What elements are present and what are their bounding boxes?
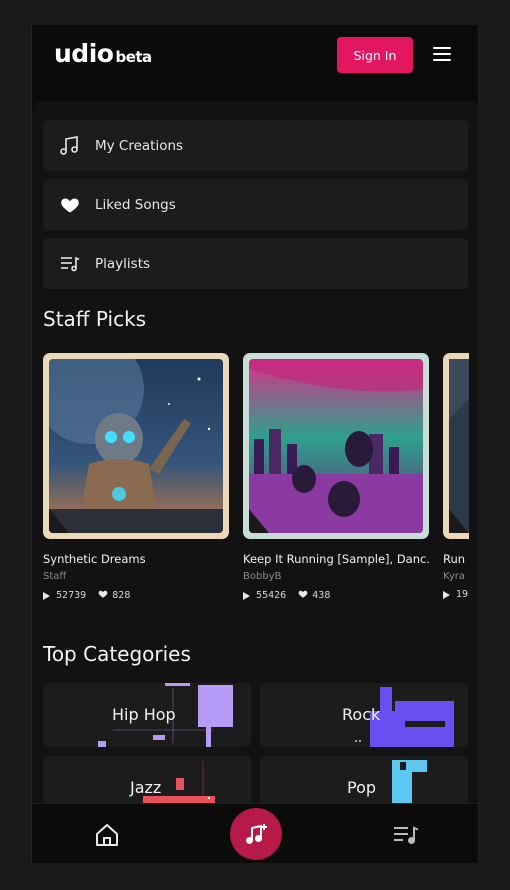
song-stats: 52739 828 xyxy=(43,589,229,602)
category-rock[interactable]: Rock xyxy=(260,683,468,747)
like-count: 828 xyxy=(112,590,131,601)
logo-text: udio xyxy=(54,39,114,68)
nav-item-label: Liked Songs xyxy=(95,196,176,213)
song-title[interactable]: Synthetic Dreams xyxy=(43,552,229,566)
bottom-navigation xyxy=(32,803,478,863)
top-categories-title: Top Categories xyxy=(43,642,191,666)
artist-name[interactable]: Staff xyxy=(43,571,229,582)
top-header: udio beta Sign In xyxy=(32,25,478,101)
play-count: 55426 xyxy=(256,590,287,601)
staff-pick-card[interactable]: Keep It Running [Sample], Danc... BobbyB… xyxy=(243,353,429,602)
main-content: My Creations Liked Songs Playlists Staff… xyxy=(32,101,478,803)
staff-pick-card[interactable]: Run Kyra 19 xyxy=(443,353,469,600)
play-icon xyxy=(443,590,450,599)
nav-item-playlists[interactable]: Playlists xyxy=(43,238,468,289)
logo-beta-text: beta xyxy=(115,48,152,66)
sign-in-button[interactable]: Sign In xyxy=(337,37,413,73)
create-song-button[interactable] xyxy=(230,808,282,860)
heart-icon xyxy=(98,589,108,602)
home-icon[interactable] xyxy=(94,822,120,848)
category-label: Hip Hop xyxy=(112,705,176,724)
udio-logo[interactable]: udio beta xyxy=(54,39,152,68)
nav-item-label: My Creations xyxy=(95,137,184,154)
play-icon xyxy=(43,591,50,600)
album-art-city[interactable] xyxy=(243,353,429,539)
playlist-icon xyxy=(59,253,81,275)
queue-icon[interactable] xyxy=(393,824,419,846)
play-icon xyxy=(243,591,250,600)
staff-pick-card[interactable]: Synthetic Dreams Staff 52739 828 xyxy=(43,353,229,602)
song-title[interactable]: Run xyxy=(443,552,469,566)
hamburger-menu-icon[interactable] xyxy=(433,47,451,63)
song-stats: 19 xyxy=(443,589,469,600)
heart-icon xyxy=(298,589,308,602)
category-label: Jazz xyxy=(130,778,162,797)
song-stats: 55426 438 xyxy=(243,589,429,602)
category-jazz[interactable]: Jazz xyxy=(43,756,251,803)
artist-name[interactable]: Kyra xyxy=(443,571,469,582)
song-title[interactable]: Keep It Running [Sample], Danc... xyxy=(243,552,429,566)
nav-item-label: Playlists xyxy=(95,255,151,272)
album-art-mountain[interactable] xyxy=(443,353,469,539)
music-note-icon xyxy=(59,135,81,157)
album-art-robot[interactable] xyxy=(43,353,229,539)
play-count: 19 xyxy=(456,589,469,600)
artist-name[interactable]: BobbyB xyxy=(243,571,429,582)
like-count: 438 xyxy=(312,590,331,601)
music-plus-icon xyxy=(246,824,267,844)
nav-item-my-creations[interactable]: My Creations xyxy=(43,120,468,171)
category-hip-hop[interactable]: Hip Hop xyxy=(43,683,251,747)
nav-item-liked-songs[interactable]: Liked Songs xyxy=(43,179,468,230)
category-pop[interactable]: Pop xyxy=(260,756,468,803)
heart-icon xyxy=(59,194,81,216)
play-count: 52739 xyxy=(56,590,87,601)
category-label: Rock xyxy=(342,705,381,724)
staff-picks-title: Staff Picks xyxy=(43,307,147,331)
category-label: Pop xyxy=(347,778,377,797)
app-screen: udio beta Sign In My Creations Liked Son… xyxy=(31,25,479,863)
